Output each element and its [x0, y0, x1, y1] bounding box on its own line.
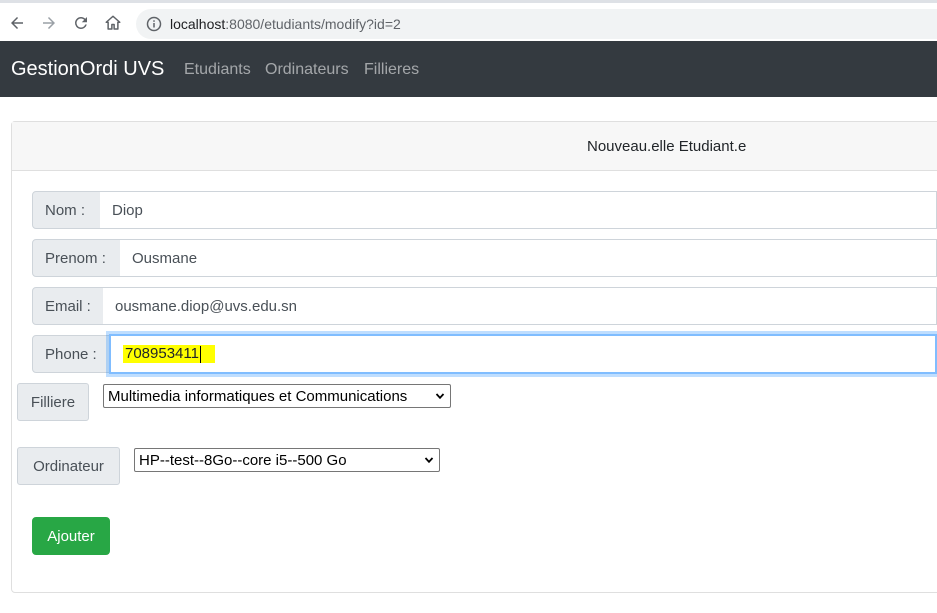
- nav-link-etudiants[interactable]: Etudiants: [184, 61, 251, 79]
- info-icon[interactable]: [146, 16, 162, 32]
- phone-label: Phone :: [32, 335, 111, 373]
- navbar: GestionOrdi UVS Etudiants Ordinateurs Fi…: [0, 41, 937, 97]
- filliere-select[interactable]: Multimedia informatiques et Communicatio…: [103, 384, 451, 408]
- nom-input[interactable]: Diop: [100, 191, 937, 229]
- ordinateur-selected-option: HP--test--8Go--core i5--500 Go: [139, 451, 347, 469]
- ajouter-button[interactable]: Ajouter: [32, 517, 110, 555]
- browser-toolbar: localhost:8080/etudiants/modify?id=2: [0, 0, 937, 41]
- forward-arrow-icon[interactable]: [38, 12, 60, 34]
- ordinateur-select[interactable]: HP--test--8Go--core i5--500 Go: [134, 448, 440, 472]
- filliere-selected-option: Multimedia informatiques et Communicatio…: [108, 387, 408, 405]
- url-host: localhost: [170, 16, 226, 32]
- text-caret: [199, 345, 201, 363]
- reload-icon[interactable]: [70, 12, 92, 34]
- chevron-down-icon: [424, 457, 434, 464]
- nom-label: Nom :: [32, 191, 101, 229]
- nav-link-fillieres[interactable]: Fillieres: [364, 61, 419, 79]
- card-header: Nouveau.elle Etudiant.e: [12, 122, 937, 171]
- back-arrow-icon[interactable]: [6, 12, 28, 34]
- prenom-input[interactable]: Ousmane: [120, 239, 937, 277]
- home-icon[interactable]: [102, 12, 124, 34]
- card-title: Nouveau.elle Etudiant.e: [587, 138, 747, 155]
- phone-input[interactable]: 708953411: [109, 334, 937, 374]
- url-path: :8080/etudiants/modify?id=2: [225, 16, 401, 32]
- nav-link-ordinateurs[interactable]: Ordinateurs: [265, 61, 349, 79]
- prenom-label: Prenom :: [32, 239, 121, 277]
- filliere-label: Filliere: [17, 383, 89, 421]
- navbar-brand[interactable]: GestionOrdi UVS: [11, 58, 164, 81]
- email-label: Email :: [32, 287, 104, 325]
- phone-value: 708953411: [123, 345, 215, 363]
- ordinateur-label: Ordinateur: [17, 447, 120, 485]
- chevron-down-icon: [435, 393, 445, 400]
- address-bar[interactable]: localhost:8080/etudiants/modify?id=2: [136, 9, 937, 39]
- email-input[interactable]: ousmane.diop@uvs.edu.sn: [103, 287, 937, 325]
